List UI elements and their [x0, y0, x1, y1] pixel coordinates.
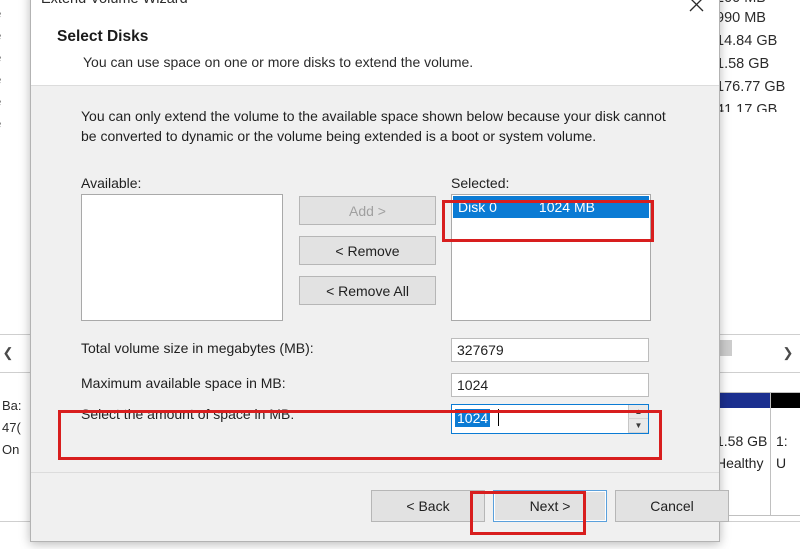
selected-disks-listbox[interactable]: Disk 0 1024 MB [451, 194, 651, 321]
add-button[interactable]: Add > [299, 196, 436, 225]
dialog-title: Extend Volume Wizard [41, 0, 188, 7]
disk-capacity-label: 47( [2, 420, 21, 435]
dialog-body: You can only extend the volume to the av… [31, 86, 719, 473]
total-volume-size-label: Total volume size in megabytes (MB): [81, 340, 314, 356]
maximum-available-space-row: Maximum available space in MB: 1024 [81, 373, 681, 397]
page-subtitle: You can use space on one or more disks t… [83, 54, 474, 70]
text-caret [498, 409, 499, 426]
stepper-buttons[interactable]: ▲ ▼ [628, 405, 648, 433]
close-icon[interactable] [673, 0, 719, 19]
volume-list-row: e [0, 50, 1, 65]
dialog-footer: < Back Next > Cancel [31, 472, 729, 541]
available-label: Available: [81, 175, 142, 191]
volume-list-row: e [0, 28, 1, 43]
disk-status-label: On [2, 442, 20, 457]
select-amount-row: Select the amount of space in MB: 1024 ▲… [81, 404, 681, 434]
volume-list-row: e [0, 94, 1, 109]
volume-size-cell: 14.84 GB [716, 33, 778, 49]
maximum-available-space-label: Maximum available space in MB: [81, 375, 286, 391]
dialog-titlebar: Extend Volume Wizard [31, 0, 719, 19]
volume-size-cell: 200 MB [716, 0, 766, 6]
chevron-left-icon[interactable]: ❮ [0, 342, 16, 364]
volume-size-column: 200 MB 990 MB 14.84 GB 1.58 GB 176.77 GB… [716, 0, 800, 112]
dialog-header: Select Disks You can use space on one or… [31, 19, 719, 86]
selected-label: Selected: [451, 175, 510, 191]
chevron-right-icon[interactable]: ❯ [780, 342, 796, 364]
description-text: You can only extend the volume to the av… [81, 108, 666, 144]
screenshot-root: e e e e e e 200 MB 990 MB 14.84 GB 1.58 … [0, 0, 800, 549]
volume-status-text: U [776, 455, 787, 471]
spinner-down-icon[interactable]: ▼ [628, 419, 648, 433]
volume-size-text: 1: [776, 433, 788, 449]
volume-size-cell: 41.17 GB [716, 102, 778, 112]
volume-list-row: e [0, 116, 1, 131]
selected-disk-size: 1024 MB [538, 199, 595, 215]
volume-graphic-2[interactable]: 1: U [770, 392, 800, 516]
available-disks-listbox[interactable] [81, 194, 283, 321]
volume-list-row: e [0, 6, 1, 21]
volume-size-cell: 1.58 GB [716, 56, 770, 72]
volume-color-bar [771, 393, 800, 408]
disk-type-label: Ba: [2, 398, 22, 413]
next-button[interactable]: Next > [493, 490, 607, 522]
selected-disk-name: Disk 0 [458, 199, 497, 215]
volume-status-text: Healthy [716, 455, 764, 471]
spinner-up-icon[interactable]: ▲ [628, 405, 648, 419]
volume-size-cell: 176.77 GB [716, 79, 786, 95]
maximum-available-space-value: 1024 [451, 373, 649, 397]
page-title: Select Disks [57, 28, 149, 45]
volume-size-cell: 990 MB [716, 10, 766, 26]
total-volume-size-value: 327679 [451, 338, 649, 362]
amount-stepper[interactable]: 1024 ▲ ▼ [451, 404, 649, 434]
remove-button[interactable]: < Remove [299, 236, 436, 265]
list-item[interactable]: Disk 0 1024 MB [453, 196, 649, 218]
volume-list-row: e [0, 72, 1, 87]
amount-input-value[interactable]: 1024 [455, 409, 491, 427]
select-amount-label: Select the amount of space in MB: [81, 406, 295, 422]
cancel-button[interactable]: Cancel [615, 490, 729, 522]
remove-all-button[interactable]: < Remove All [299, 276, 436, 305]
total-volume-size-row: Total volume size in megabytes (MB): 327… [81, 338, 681, 362]
extend-volume-wizard-dialog: Extend Volume Wizard Select Disks You ca… [30, 0, 729, 542]
back-button[interactable]: < Back [371, 490, 485, 522]
volume-size-text: 1.58 GB [716, 433, 768, 449]
